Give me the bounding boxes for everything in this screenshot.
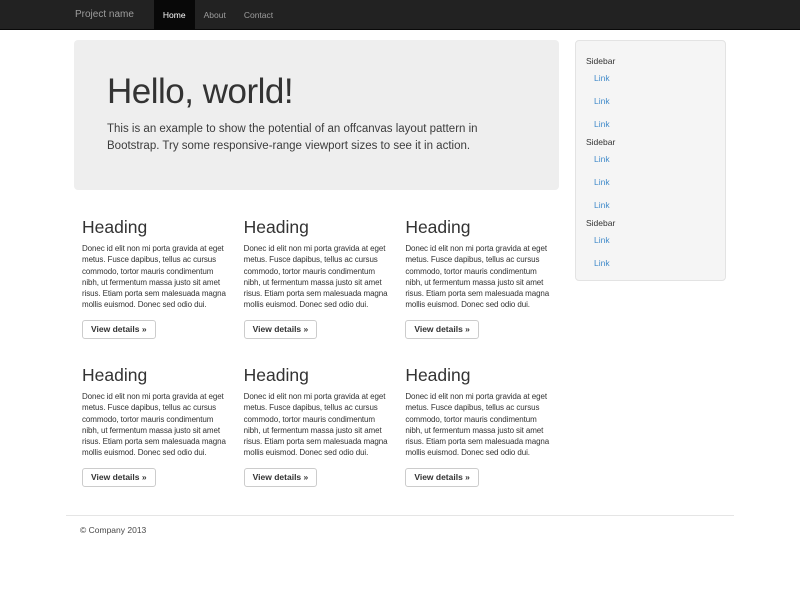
view-details-button[interactable]: View details » [244, 320, 318, 339]
view-details-button[interactable]: View details » [405, 468, 479, 487]
navbar-brand[interactable]: Project name [66, 0, 154, 30]
card-body-text: Donec id elit non mi porta gravida at eg… [244, 391, 390, 459]
page-container: Hello, world! This is an example to show… [66, 30, 734, 535]
jumbotron-description: This is an example to show the potential… [107, 121, 526, 155]
sidebar-group-heading: Sidebar [586, 55, 715, 67]
sidebar-panel: SidebarLinkLinkLinkSidebarLinkLinkLinkSi… [575, 40, 726, 281]
navbar: Project name HomeAboutContact [0, 0, 800, 30]
sidebar-link[interactable]: Link [586, 67, 715, 90]
view-details-button[interactable]: View details » [82, 320, 156, 339]
card-heading: Heading [405, 218, 551, 237]
navbar-item-about[interactable]: About [195, 0, 235, 30]
sidebar-link[interactable]: Link [586, 171, 715, 194]
card: Heading Donec id elit non mi porta gravid… [397, 355, 559, 503]
card-body-text: Donec id elit non mi porta gravida at eg… [82, 391, 228, 459]
main-content: Hello, world! This is an example to show… [66, 30, 567, 503]
navbar-container: Project name HomeAboutContact [66, 0, 734, 30]
view-details-button[interactable]: View details » [405, 320, 479, 339]
navbar-item-home[interactable]: Home [154, 0, 195, 30]
sidebar-link[interactable]: Link [586, 148, 715, 171]
card: Heading Donec id elit non mi porta gravid… [397, 207, 559, 355]
cards-row: Heading Donec id elit non mi porta gravid… [74, 355, 559, 503]
navbar-item-contact[interactable]: Contact [235, 0, 282, 30]
copyright-text: © Company 2013 [80, 525, 734, 535]
card: Heading Donec id elit non mi porta gravid… [236, 355, 398, 503]
card-heading: Heading [82, 366, 228, 385]
footer-divider [66, 515, 734, 516]
sidebar-link[interactable]: Link [586, 229, 715, 252]
navbar-menu: HomeAboutContact [154, 0, 282, 30]
card-heading: Heading [82, 218, 228, 237]
card-heading: Heading [244, 366, 390, 385]
cards-grid: Heading Donec id elit non mi porta gravid… [74, 207, 559, 503]
card-body-text: Donec id elit non mi porta gravida at eg… [405, 391, 551, 459]
sidebar-group-heading: Sidebar [586, 217, 715, 229]
page: { "navbar": { "brand": "Project name", "… [0, 0, 800, 600]
card-body-text: Donec id elit non mi porta gravida at eg… [405, 243, 551, 311]
card-body-text: Donec id elit non mi porta gravida at eg… [82, 243, 228, 311]
sidebar-group-heading: Sidebar [586, 136, 715, 148]
footer: © Company 2013 [66, 525, 734, 535]
sidebar-link[interactable]: Link [586, 252, 715, 275]
card: Heading Donec id elit non mi porta gravid… [74, 207, 236, 355]
content-row: Hello, world! This is an example to show… [66, 30, 734, 503]
view-details-button[interactable]: View details » [244, 468, 318, 487]
card-heading: Heading [244, 218, 390, 237]
sidebar: SidebarLinkLinkLinkSidebarLinkLinkLinkSi… [567, 30, 734, 281]
card: Heading Donec id elit non mi porta gravid… [236, 207, 398, 355]
card-heading: Heading [405, 366, 551, 385]
view-details-button[interactable]: View details » [82, 468, 156, 487]
sidebar-link[interactable]: Link [586, 113, 715, 136]
cards-row: Heading Donec id elit non mi porta gravid… [74, 207, 559, 355]
sidebar-link[interactable]: Link [586, 194, 715, 217]
jumbotron: Hello, world! This is an example to show… [74, 40, 559, 190]
card-body-text: Donec id elit non mi porta gravida at eg… [244, 243, 390, 311]
page-title: Hello, world! [107, 72, 526, 112]
card: Heading Donec id elit non mi porta gravid… [74, 355, 236, 503]
sidebar-link[interactable]: Link [586, 90, 715, 113]
